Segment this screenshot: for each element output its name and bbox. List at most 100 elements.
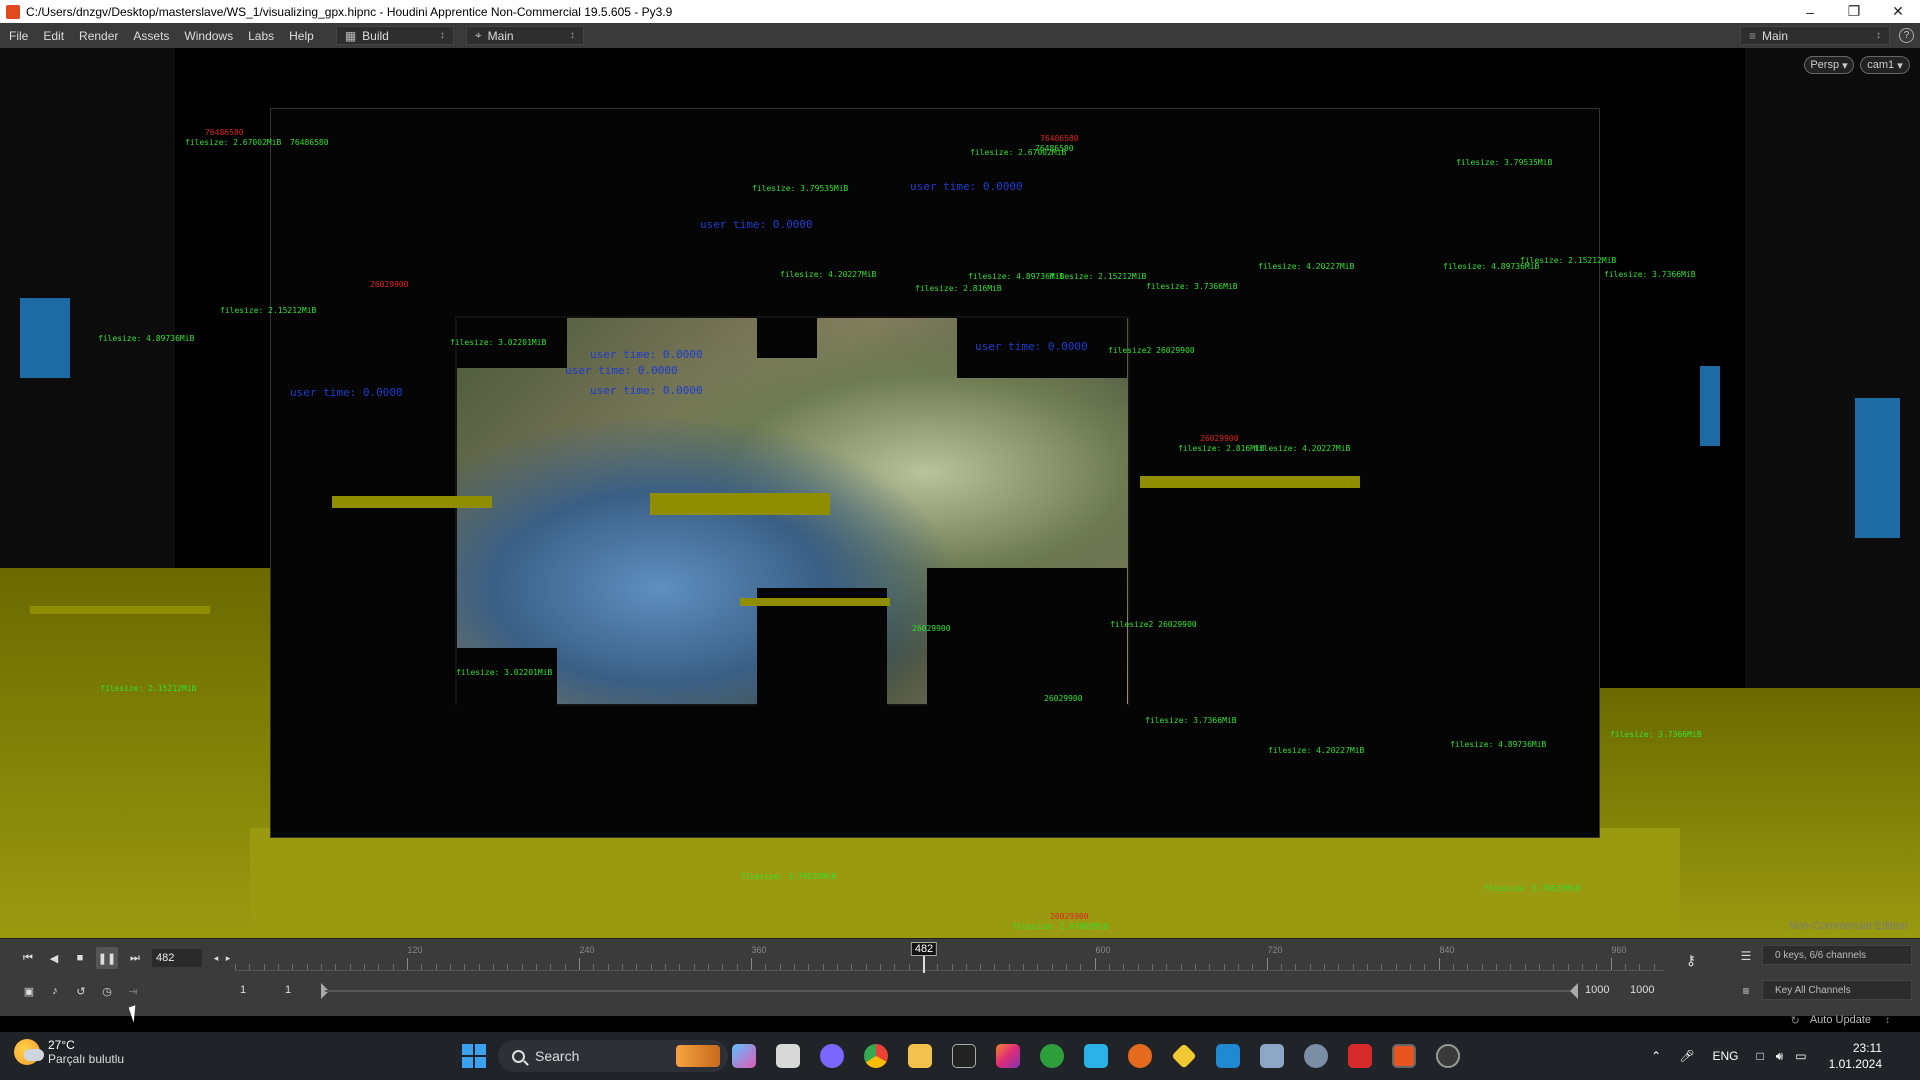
- ruler-tick: [1639, 964, 1641, 970]
- tray-expand-icon[interactable]: ⌃: [1651, 1049, 1661, 1063]
- widgets-icon[interactable]: [732, 1044, 756, 1068]
- window-title-bar: C:/Users/dnzgv/Desktop/masterslave/WS_1/…: [0, 0, 1920, 23]
- ruler-tick: [1338, 964, 1340, 970]
- feather-app-icon[interactable]: [952, 1044, 976, 1068]
- minimize-icon[interactable]: –: [1788, 0, 1832, 23]
- overlay-label: filesize: 2.15212MiB: [220, 306, 317, 315]
- current-frame-field[interactable]: 482: [152, 949, 202, 967]
- jump-end-icon[interactable]: ⏭: [124, 947, 146, 969]
- restore-icon[interactable]: ❐: [1832, 0, 1876, 23]
- crosshair-icon: ⌖: [474, 28, 482, 42]
- playback-range-slider[interactable]: [325, 990, 1575, 992]
- ruler-tick: [1195, 964, 1197, 970]
- vscode-icon[interactable]: [1216, 1044, 1240, 1068]
- houdini-taskbar-icon[interactable]: [1392, 1044, 1416, 1068]
- ruler-tick: [1252, 964, 1254, 970]
- channel-list-icon[interactable]: ☰: [1735, 945, 1757, 967]
- menu-labs[interactable]: Labs: [242, 29, 280, 43]
- key-options-icon[interactable]: ≡: [1735, 980, 1757, 1002]
- instagram-icon[interactable]: [996, 1044, 1020, 1068]
- desktop-selector[interactable]: ▦ Build ↕: [335, 26, 454, 45]
- ruler-tick: [994, 964, 996, 970]
- settings-gear-icon[interactable]: [1304, 1044, 1328, 1068]
- auto-update-control[interactable]: ↻ Auto Update ↕: [1791, 1010, 1890, 1030]
- menu-render[interactable]: Render: [73, 29, 124, 43]
- view-mode-button[interactable]: Persp ▾: [1804, 56, 1854, 74]
- overlay-label-red: 76486580: [205, 128, 244, 137]
- system-clock[interactable]: 23:11 1.01.2024: [1829, 1040, 1882, 1072]
- ruler-tick: [779, 964, 781, 970]
- network-icon[interactable]: □: [1756, 1049, 1763, 1063]
- playback-range-end[interactable]: 1000: [1585, 981, 1609, 999]
- menu-windows[interactable]: Windows: [178, 29, 239, 43]
- ruler-tick: [607, 964, 609, 970]
- menu-edit[interactable]: Edit: [37, 29, 70, 43]
- blender-icon[interactable]: [1128, 1044, 1152, 1068]
- ruler-tick: [722, 964, 724, 970]
- overlay-label: 76486580: [290, 138, 329, 147]
- realtime-toggle-icon[interactable]: ▣: [18, 980, 40, 1002]
- frame-step-icon[interactable]: ⇥: [122, 980, 144, 1002]
- loop-icon[interactable]: ↺: [70, 980, 92, 1002]
- pane-tab-selector[interactable]: ⌖ Main ↕: [465, 26, 584, 45]
- notepad-icon[interactable]: [1084, 1044, 1108, 1068]
- playbar: ⏮ ◀ ■ ❚❚ ⏭ 482 ◂ ▸ 120 240 360 480 600 7…: [0, 938, 1920, 1016]
- yellow-bar: [1140, 476, 1360, 488]
- desktop-grid-icon: ▦: [344, 28, 357, 43]
- play-reverse-icon[interactable]: ◀: [43, 947, 65, 969]
- ruler-tick: [1496, 964, 1498, 970]
- scene-viewport[interactable]: filesize: 2.67002MiB 76486580 filesize: …: [0, 48, 1920, 938]
- obs-icon[interactable]: [1436, 1044, 1460, 1068]
- overlay-label-red: 26029900: [370, 280, 409, 289]
- global-start-frame[interactable]: 1: [240, 981, 246, 999]
- xbox-icon[interactable]: [1040, 1044, 1064, 1068]
- ruler-tick: [1596, 964, 1598, 970]
- language-indicator[interactable]: ENG: [1712, 1049, 1738, 1063]
- battery-icon[interactable]: ▭: [1795, 1049, 1806, 1063]
- volume-icon[interactable]: 🔊︎: [1776, 1049, 1784, 1064]
- menu-assets[interactable]: Assets: [127, 29, 175, 43]
- camera-selector[interactable]: cam1 ▾: [1860, 56, 1910, 74]
- key-all-channels-button[interactable]: Key All Channels: [1762, 980, 1912, 1000]
- ruler-tick: [1180, 964, 1182, 970]
- taskbar-search[interactable]: Search: [498, 1040, 728, 1072]
- photo-cutout: [757, 588, 887, 708]
- task-view-icon[interactable]: [776, 1044, 800, 1068]
- overlay-label: 76486580: [1035, 144, 1074, 153]
- ruler-tick: [1539, 964, 1541, 970]
- photos-icon[interactable]: [1260, 1044, 1284, 1068]
- overlay-label: filesize: 2.67002MiB: [1012, 922, 1109, 931]
- ruler-tick: [836, 964, 838, 970]
- chrome-icon[interactable]: [864, 1044, 888, 1068]
- audio-icon[interactable]: ♪: [44, 980, 66, 1002]
- jump-start-icon[interactable]: ⏮: [17, 947, 39, 969]
- playback-range-start[interactable]: 1: [285, 981, 291, 999]
- ruler-tick: [235, 964, 236, 970]
- ruler-tick: [793, 964, 795, 970]
- ruler-tick: [349, 964, 351, 970]
- file-explorer-icon[interactable]: [908, 1044, 932, 1068]
- clock-icon[interactable]: ◷: [96, 980, 118, 1002]
- teams-chat-icon[interactable]: [820, 1044, 844, 1068]
- ruler-tick: [564, 964, 566, 970]
- global-end-frame[interactable]: 1000: [1630, 981, 1654, 999]
- ruler-tick: [1295, 964, 1297, 970]
- close-icon[interactable]: ✕: [1876, 0, 1920, 23]
- microphone-icon[interactable]: 🎤︎: [1679, 1049, 1694, 1063]
- key-icon[interactable]: ⚷: [1680, 949, 1702, 971]
- main-layout-selector[interactable]: ≡ Main ↕: [1740, 26, 1890, 45]
- pdf-reader-icon[interactable]: [1348, 1044, 1372, 1068]
- ruler-tick: [1166, 964, 1168, 970]
- weather-widget[interactable]: 27°C Parçalı bulutlu: [14, 1038, 124, 1066]
- ruler-tick: [908, 964, 910, 970]
- windows-start-icon[interactable]: [462, 1044, 486, 1068]
- menu-file[interactable]: File: [3, 29, 34, 43]
- help-icon[interactable]: ?: [1899, 28, 1914, 43]
- menu-help[interactable]: Help: [283, 29, 320, 43]
- pause-icon[interactable]: ❚❚: [96, 947, 118, 969]
- ruler-tick: [1109, 964, 1111, 970]
- range-end-handle[interactable]: [1570, 983, 1578, 999]
- timeline-ruler[interactable]: 120 240 360 480 600 720 840 960 482: [235, 942, 1665, 973]
- stop-icon[interactable]: ■: [69, 947, 91, 969]
- git-app-icon[interactable]: [1171, 1043, 1197, 1069]
